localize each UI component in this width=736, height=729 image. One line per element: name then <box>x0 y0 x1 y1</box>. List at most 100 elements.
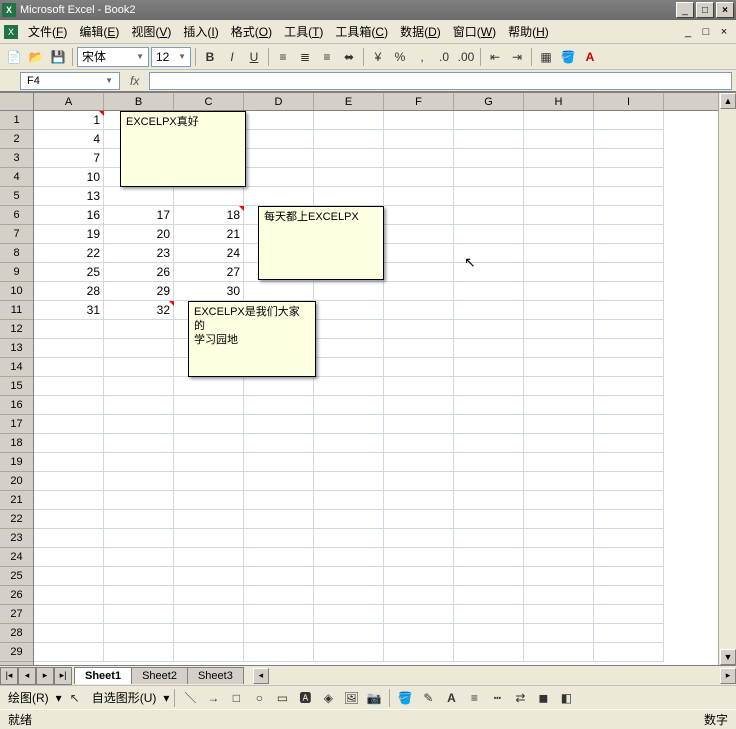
cell-I4[interactable] <box>594 168 664 187</box>
col-header-D[interactable]: D <box>244 93 314 110</box>
cell-E25[interactable] <box>314 567 384 586</box>
cell-F29[interactable] <box>384 643 454 662</box>
cell-F18[interactable] <box>384 434 454 453</box>
cell-F23[interactable] <box>384 529 454 548</box>
scroll-up-icon[interactable]: ▲ <box>720 93 736 109</box>
cell-H20[interactable] <box>524 472 594 491</box>
cell-A9[interactable]: 25 <box>34 263 104 282</box>
cell-F10[interactable] <box>384 282 454 301</box>
cell-I24[interactable] <box>594 548 664 567</box>
cell-I10[interactable] <box>594 282 664 301</box>
tab-next-icon[interactable]: ▸ <box>36 667 54 685</box>
tab-first-icon[interactable]: |◂ <box>0 667 18 685</box>
row-header-27[interactable]: 27 <box>0 605 33 624</box>
cell-B7[interactable]: 20 <box>104 225 174 244</box>
cell-H4[interactable] <box>524 168 594 187</box>
cell-I21[interactable] <box>594 491 664 510</box>
row-header-12[interactable]: 12 <box>0 320 33 339</box>
horizontal-scrollbar[interactable]: ◂ ▸ <box>253 667 736 685</box>
cell-F28[interactable] <box>384 624 454 643</box>
cell-E5[interactable] <box>314 187 384 206</box>
cell-I17[interactable] <box>594 415 664 434</box>
cell-C7[interactable]: 21 <box>174 225 244 244</box>
cell-F26[interactable] <box>384 586 454 605</box>
cell-E24[interactable] <box>314 548 384 567</box>
cell-I20[interactable] <box>594 472 664 491</box>
cell-D3[interactable] <box>244 149 314 168</box>
cell-H29[interactable] <box>524 643 594 662</box>
merge-icon[interactable]: ⬌ <box>339 47 359 67</box>
cell-C25[interactable] <box>174 567 244 586</box>
cell-F17[interactable] <box>384 415 454 434</box>
cell-A8[interactable]: 22 <box>34 244 104 263</box>
arrow-style-icon[interactable]: ⇄ <box>510 688 530 708</box>
row-header-23[interactable]: 23 <box>0 529 33 548</box>
col-header-C[interactable]: C <box>174 93 244 110</box>
font-size-select[interactable]: 12▼ <box>151 47 191 67</box>
dec-decimal-icon[interactable]: .00 <box>456 47 476 67</box>
cell-I26[interactable] <box>594 586 664 605</box>
cell-B21[interactable] <box>104 491 174 510</box>
cell-B24[interactable] <box>104 548 174 567</box>
cell-G21[interactable] <box>454 491 524 510</box>
col-header-E[interactable]: E <box>314 93 384 110</box>
cell-F16[interactable] <box>384 396 454 415</box>
cell-H12[interactable] <box>524 320 594 339</box>
cell-E11[interactable] <box>314 301 384 320</box>
cell-B17[interactable] <box>104 415 174 434</box>
cell-C10[interactable]: 30 <box>174 282 244 301</box>
cell-C19[interactable] <box>174 453 244 472</box>
row-header-2[interactable]: 2 <box>0 130 33 149</box>
cell-H27[interactable] <box>524 605 594 624</box>
row-header-18[interactable]: 18 <box>0 434 33 453</box>
cell-E10[interactable] <box>314 282 384 301</box>
cell-C5[interactable] <box>174 187 244 206</box>
cell-I28[interactable] <box>594 624 664 643</box>
cell-D4[interactable] <box>244 168 314 187</box>
cell-A10[interactable]: 28 <box>34 282 104 301</box>
open-icon[interactable]: 📂 <box>26 47 46 67</box>
cell-G24[interactable] <box>454 548 524 567</box>
cell-E22[interactable] <box>314 510 384 529</box>
cell-A18[interactable] <box>34 434 104 453</box>
cell-G16[interactable] <box>454 396 524 415</box>
comment-indicator[interactable] <box>99 111 104 116</box>
cell-H17[interactable] <box>524 415 594 434</box>
col-header-B[interactable]: B <box>104 93 174 110</box>
inc-decimal-icon[interactable]: .0 <box>434 47 454 67</box>
dec-indent-icon[interactable]: ⇤ <box>485 47 505 67</box>
col-header-A[interactable]: A <box>34 93 104 110</box>
cell-F4[interactable] <box>384 168 454 187</box>
col-header-I[interactable]: I <box>594 93 664 110</box>
fill-color-icon[interactable]: 🪣 <box>558 47 578 67</box>
cell-G26[interactable] <box>454 586 524 605</box>
cell-G23[interactable] <box>454 529 524 548</box>
cell-A11[interactable]: 31 <box>34 301 104 320</box>
shadow-icon[interactable]: ◼ <box>533 688 553 708</box>
vertical-scrollbar[interactable]: ▲ ▼ <box>718 93 736 665</box>
cell-D29[interactable] <box>244 643 314 662</box>
cell-I12[interactable] <box>594 320 664 339</box>
mdi-minimize[interactable]: _ <box>680 25 696 39</box>
col-header-G[interactable]: G <box>454 93 524 110</box>
cell-I14[interactable] <box>594 358 664 377</box>
cell-I8[interactable] <box>594 244 664 263</box>
cell-A26[interactable] <box>34 586 104 605</box>
cell-F12[interactable] <box>384 320 454 339</box>
row-header-10[interactable]: 10 <box>0 282 33 301</box>
cell-G29[interactable] <box>454 643 524 662</box>
cell-A24[interactable] <box>34 548 104 567</box>
comma-icon[interactable]: , <box>412 47 432 67</box>
cell-F14[interactable] <box>384 358 454 377</box>
cell-A14[interactable] <box>34 358 104 377</box>
cell-E15[interactable] <box>314 377 384 396</box>
cell-C17[interactable] <box>174 415 244 434</box>
align-right-icon[interactable]: ≡ <box>317 47 337 67</box>
cell-H19[interactable] <box>524 453 594 472</box>
cell-H16[interactable] <box>524 396 594 415</box>
cell-E17[interactable] <box>314 415 384 434</box>
cell-A12[interactable] <box>34 320 104 339</box>
clipart-icon[interactable]: 🖼 <box>341 688 361 708</box>
cell-G7[interactable] <box>454 225 524 244</box>
cell-A20[interactable] <box>34 472 104 491</box>
